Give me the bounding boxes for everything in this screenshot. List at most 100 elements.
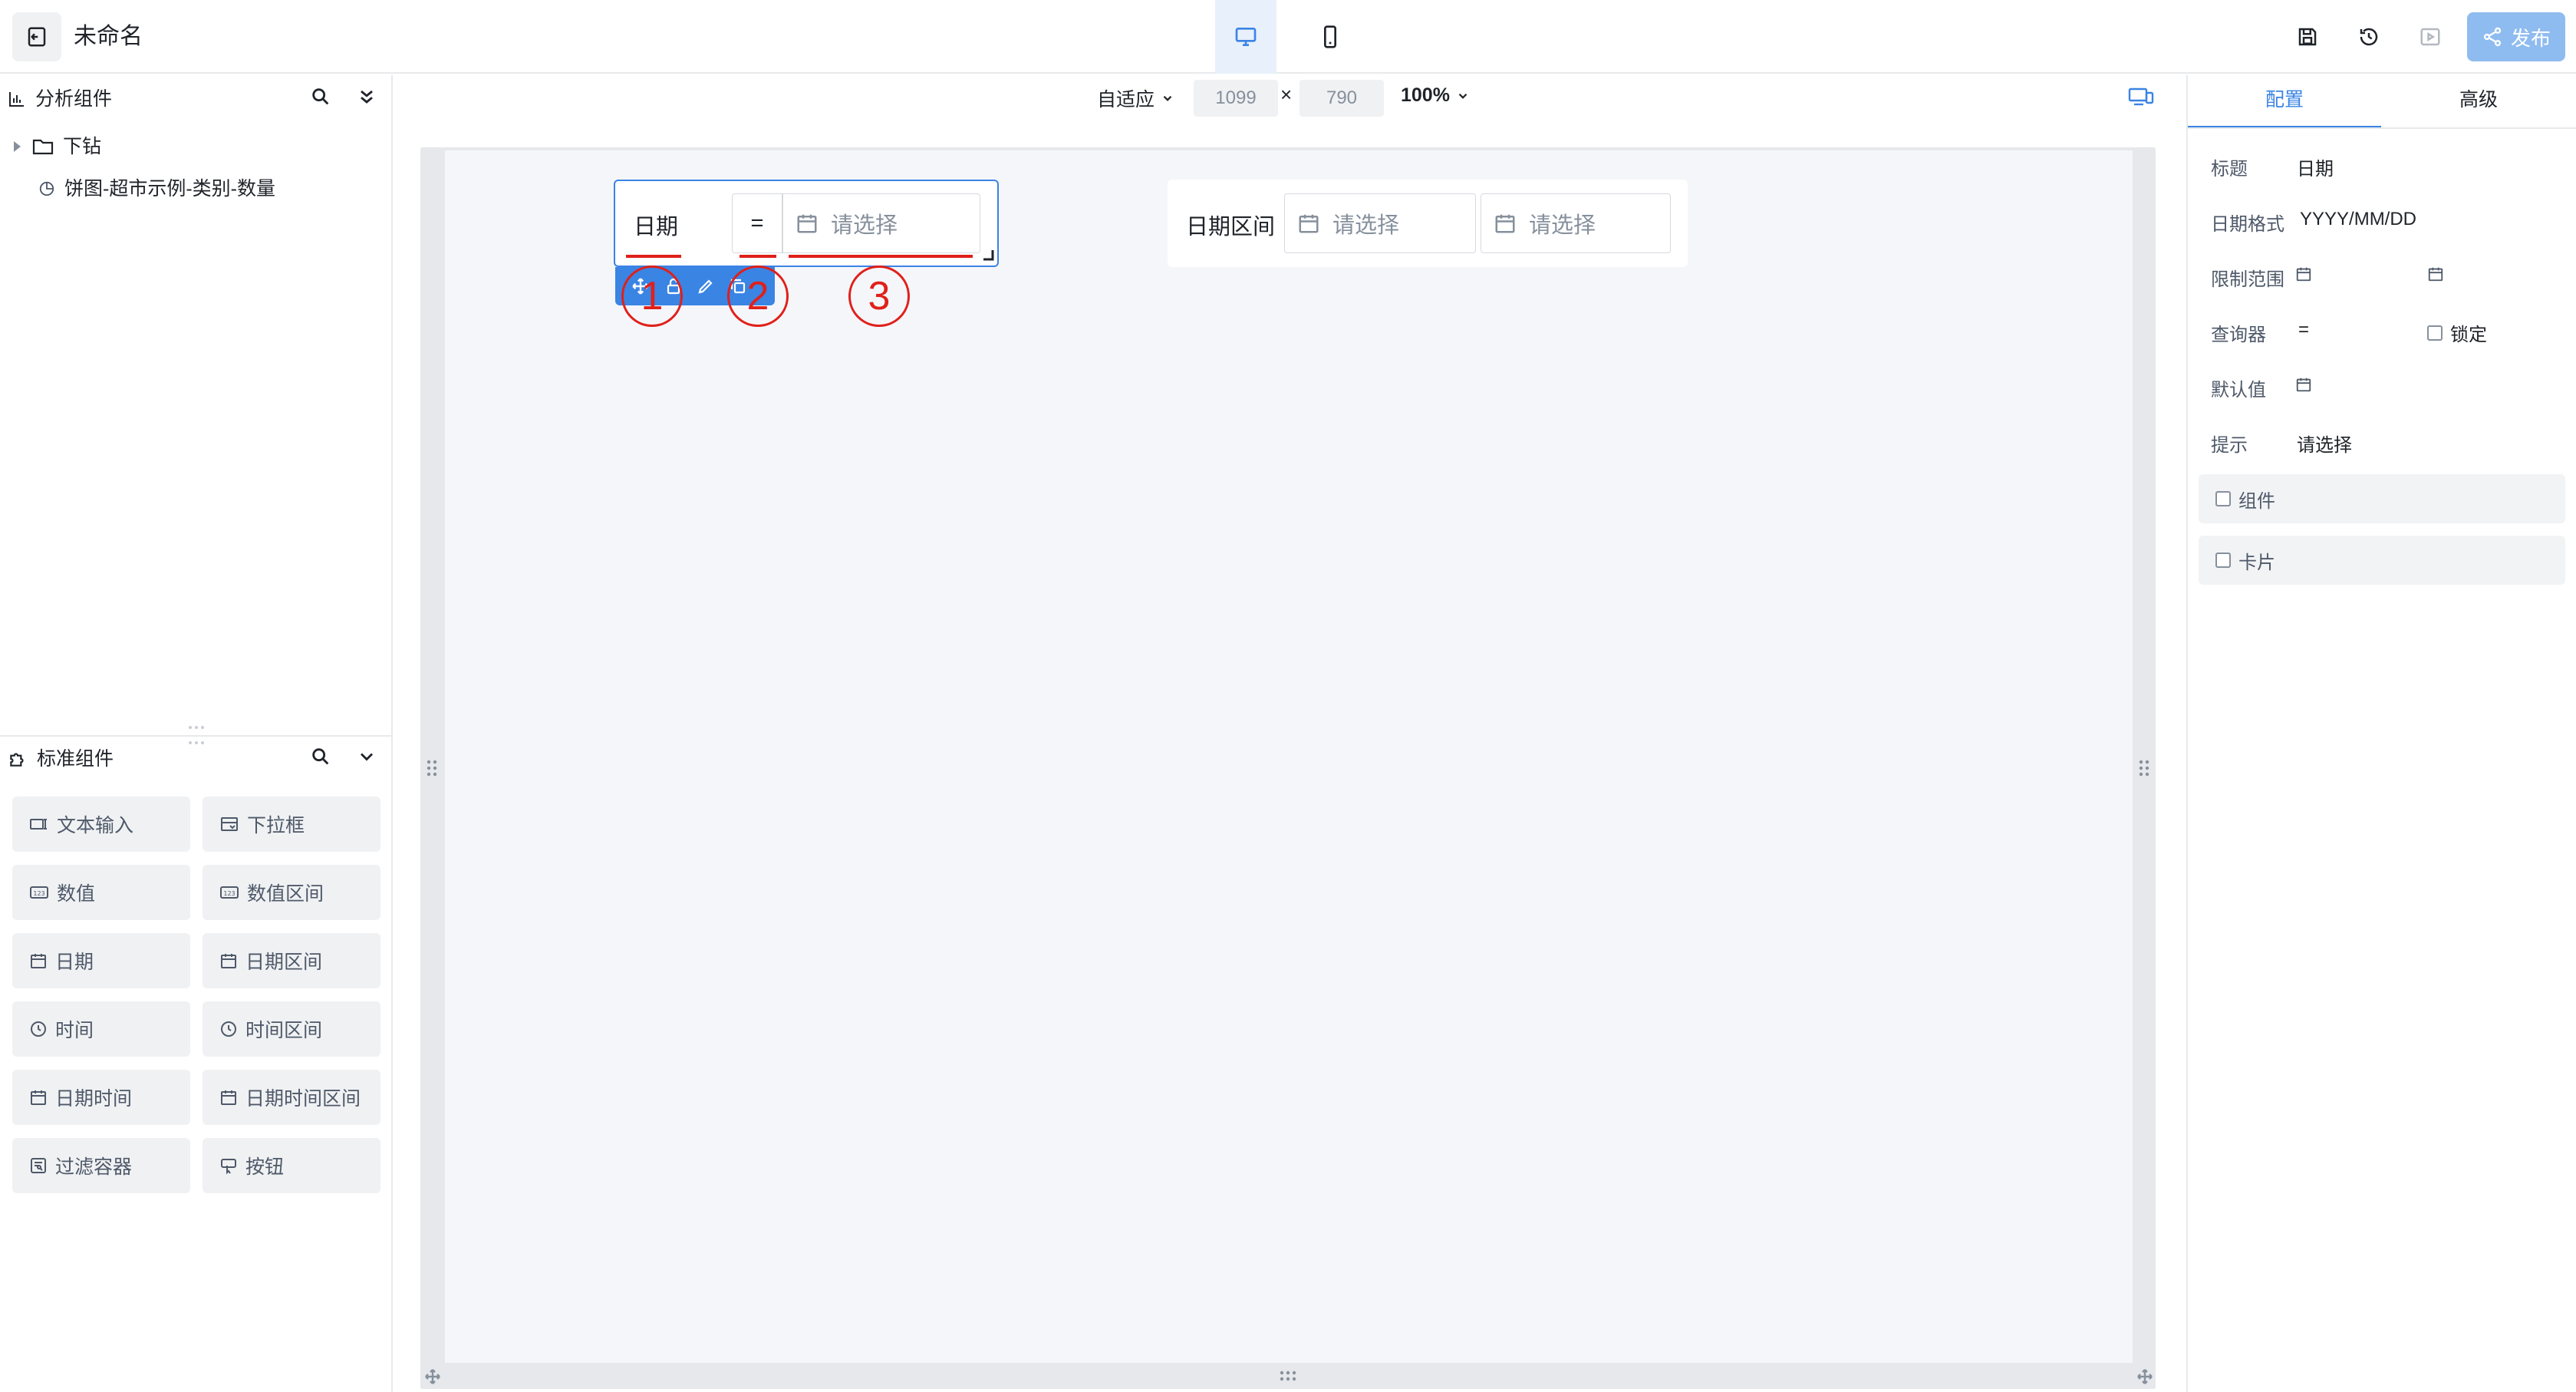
annotation-marker-3: 3 — [848, 266, 910, 327]
component-time[interactable]: 时间 — [12, 1001, 190, 1057]
operator-select[interactable]: = — [732, 193, 782, 253]
component-time-range[interactable]: 时间区间 — [203, 1001, 380, 1057]
back-button[interactable] — [12, 12, 61, 61]
corner-resize-handle-left[interactable] — [423, 1367, 442, 1390]
responsive-icon — [2128, 86, 2154, 107]
share-icon — [2482, 26, 2503, 48]
component-dropdown[interactable]: 下拉框 — [203, 797, 380, 852]
prop-query-select[interactable]: = — [2298, 319, 2309, 341]
standard-header: 标准组件 — [8, 746, 114, 772]
component-number-range[interactable]: 123 数值区间 — [203, 865, 380, 920]
device-toggle-button[interactable] — [2128, 86, 2154, 107]
layout-mode-label: 自适应 — [1097, 89, 1155, 111]
left-resize-handle[interactable] — [425, 758, 439, 782]
component-datetime-range[interactable]: 日期时间区间 — [203, 1070, 380, 1125]
component-button[interactable]: 按钮 — [203, 1138, 380, 1193]
publish-button[interactable]: 发布 — [2467, 12, 2565, 61]
history-icon — [2357, 25, 2380, 48]
layout-mode-select[interactable]: 自适应 — [1097, 84, 1174, 112]
component-datetime[interactable]: 日期时间 — [12, 1070, 190, 1125]
analysis-collapse-button[interactable] — [356, 86, 377, 107]
canvas-width-input[interactable]: 1099 — [1194, 80, 1278, 117]
component-label: 数值 — [57, 883, 96, 905]
text-input-icon — [29, 816, 49, 833]
folder-icon — [32, 137, 54, 156]
canvas[interactable] — [445, 150, 2133, 1363]
tab-advanced[interactable]: 高级 — [2381, 86, 2576, 114]
component-date[interactable]: 日期 — [12, 933, 190, 988]
calendar-icon — [2295, 376, 2312, 393]
zoom-select[interactable]: 100% — [1401, 84, 1470, 107]
history-button[interactable] — [2346, 14, 2392, 60]
component-label: 按钮 — [245, 1156, 285, 1178]
calendar-icon — [219, 1088, 238, 1107]
chevron-down-icon — [1456, 89, 1470, 103]
section-card[interactable]: 卡片 — [2199, 536, 2565, 585]
component-number[interactable]: 123 数值 — [12, 865, 190, 920]
prop-hint-input[interactable]: 请选择 — [2297, 430, 2352, 457]
search-icon — [310, 746, 331, 767]
double-chevron-down-icon — [356, 86, 377, 107]
component-label: 下拉框 — [247, 815, 305, 836]
annotation-underline-3 — [789, 255, 973, 258]
range-start-input[interactable]: 请选择 — [1284, 193, 1476, 253]
component-label: 数值区间 — [247, 883, 324, 905]
checkbox[interactable] — [2215, 553, 2231, 568]
date-widget-label[interactable]: 日期 — [634, 209, 678, 241]
analysis-search-button[interactable] — [310, 86, 331, 107]
monitor-icon — [1234, 25, 1258, 49]
component-date-range[interactable]: 日期区间 — [203, 933, 380, 988]
annotation-underline-1 — [626, 255, 681, 258]
section-component[interactable]: 组件 — [2199, 474, 2565, 523]
component-text-input[interactable]: 文本输入 — [12, 797, 190, 852]
clock-icon — [29, 1020, 48, 1038]
range-end-input[interactable]: 请选择 — [1481, 193, 1671, 253]
widget-resize-corner[interactable] — [982, 249, 994, 265]
range-end-placeholder: 请选择 — [1529, 213, 1596, 238]
zoom-label: 100% — [1401, 84, 1450, 106]
edit-icon[interactable] — [697, 277, 715, 295]
tab-divider — [2188, 127, 2576, 129]
component-label: 时间 — [55, 1020, 94, 1041]
prop-range-label: 限制范围 — [2211, 269, 2284, 290]
component-label: 日期时间区间 — [245, 1088, 361, 1110]
play-icon — [2419, 25, 2442, 48]
component-filter-container[interactable]: 过滤容器 — [12, 1138, 190, 1193]
button-icon — [219, 1156, 238, 1175]
caret-right-icon[interactable] — [11, 139, 23, 154]
date-range-label[interactable]: 日期区间 — [1186, 209, 1275, 241]
prop-title-input[interactable]: 日期 — [2297, 153, 2334, 180]
prop-format-select[interactable]: YYYY/MM/DD — [2300, 209, 2416, 230]
checkbox[interactable] — [2427, 325, 2443, 341]
bottom-resize-handle[interactable] — [1278, 1369, 1298, 1387]
default-value-picker[interactable] — [2295, 376, 2312, 393]
tree-item-pie-chart[interactable]: 饼图-超市示例-类别-数量 — [38, 176, 275, 202]
range-end-picker[interactable] — [2427, 266, 2444, 282]
corner-resize-handle-right[interactable] — [2136, 1367, 2154, 1390]
publish-label: 发布 — [2510, 26, 2551, 50]
tab-config[interactable]: 配置 — [2188, 86, 2381, 114]
standard-collapse-button[interactable] — [356, 746, 377, 767]
page-title[interactable]: 未命名 — [74, 20, 143, 54]
component-label: 文本输入 — [57, 815, 134, 836]
standard-search-button[interactable] — [310, 746, 331, 767]
tree-item-label: 下钻 — [63, 136, 102, 157]
mobile-view-button[interactable] — [1300, 0, 1361, 74]
checkbox[interactable] — [2215, 491, 2231, 506]
tree-item-drilldown[interactable]: 下钻 — [11, 134, 101, 160]
section-label: 卡片 — [2238, 552, 2275, 573]
save-button[interactable] — [2284, 14, 2331, 60]
date-picker-input[interactable]: 请选择 — [782, 193, 980, 253]
calendar-icon — [29, 1088, 48, 1107]
lock-checkbox[interactable]: 锁定 — [2427, 319, 2487, 346]
canvas-height-input[interactable]: 790 — [1300, 80, 1384, 117]
preview-button[interactable] — [2407, 14, 2453, 60]
prop-query-label: 查询器 — [2211, 325, 2266, 345]
range-start-picker[interactable] — [2295, 266, 2312, 282]
svg-text:123: 123 — [223, 890, 235, 897]
clock-icon — [219, 1020, 238, 1038]
desktop-view-button[interactable] — [1215, 0, 1276, 74]
panel-resize-handle[interactable] — [187, 724, 206, 746]
right-resize-handle[interactable] — [2137, 758, 2151, 782]
bar-chart-icon — [8, 90, 26, 108]
